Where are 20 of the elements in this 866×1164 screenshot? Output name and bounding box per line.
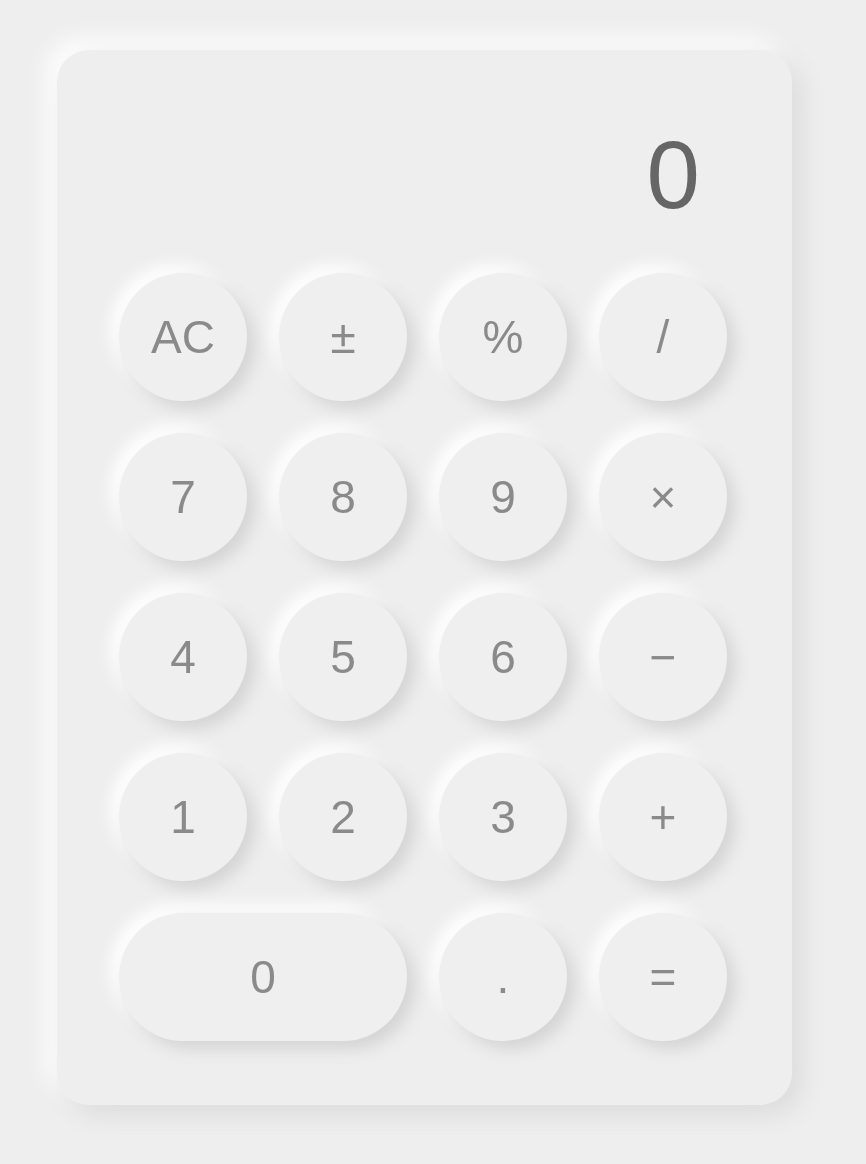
calculator-key[interactable]: .: [439, 913, 567, 1041]
calculator-key[interactable]: =: [599, 913, 727, 1041]
zero-key[interactable]: 0: [119, 913, 407, 1041]
calculator-key[interactable]: 3: [439, 753, 567, 881]
calculator-key[interactable]: 2: [279, 753, 407, 881]
calculator-key[interactable]: 8: [279, 433, 407, 561]
display-value: 0: [646, 121, 700, 228]
calculator-key[interactable]: /: [599, 273, 727, 401]
calculator-key[interactable]: AC: [119, 273, 247, 401]
calculator-key[interactable]: %: [439, 273, 567, 401]
calculator-key[interactable]: +: [599, 753, 727, 881]
calculator-key[interactable]: 5: [279, 593, 407, 721]
calculator-key[interactable]: 6: [439, 593, 567, 721]
calculator-key[interactable]: ±: [279, 273, 407, 401]
calculator-key[interactable]: ×: [599, 433, 727, 561]
calculator-key[interactable]: 1: [119, 753, 247, 881]
calculator-key[interactable]: 9: [439, 433, 567, 561]
calculator-key[interactable]: −: [599, 593, 727, 721]
calculator-key[interactable]: 4: [119, 593, 247, 721]
calculator-key[interactable]: 7: [119, 433, 247, 561]
